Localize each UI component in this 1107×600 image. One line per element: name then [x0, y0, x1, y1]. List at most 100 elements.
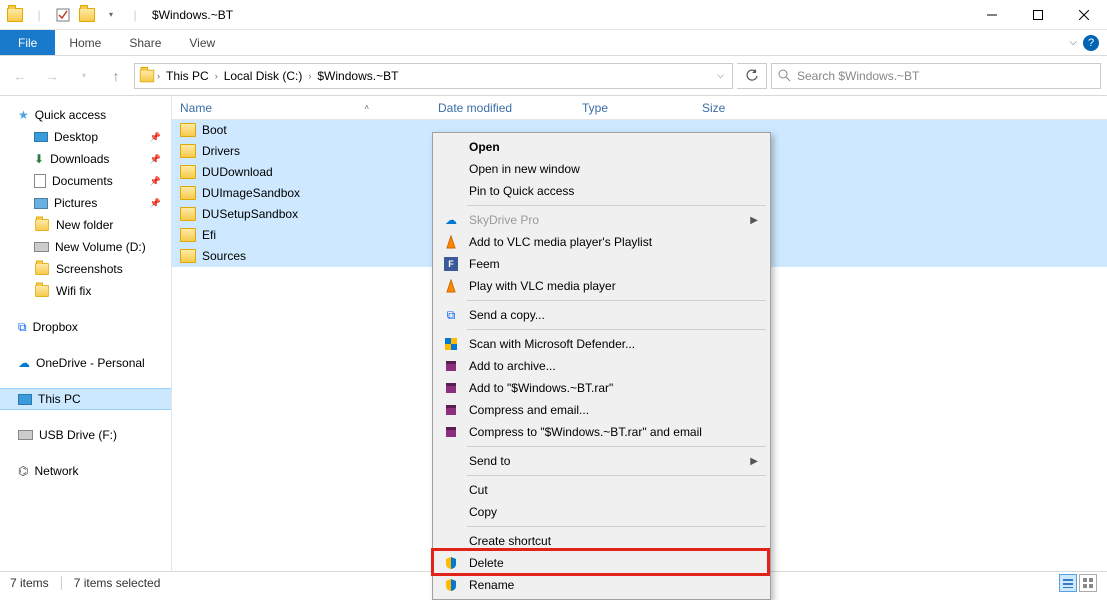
crumb-folder[interactable]: $Windows.~BT	[313, 69, 402, 83]
column-date[interactable]: Date modified	[430, 101, 574, 115]
close-button[interactable]	[1061, 0, 1107, 30]
minimize-button[interactable]	[969, 0, 1015, 30]
qat-dropdown[interactable]: ▾	[100, 4, 122, 26]
title-bar: | ▾ | $Windows.~BT	[0, 0, 1107, 30]
address-dropdown-icon[interactable]: ⌵	[717, 70, 728, 81]
context-menu-item[interactable]: Compress to "$Windows.~BT.rar" and email	[435, 421, 768, 443]
context-menu-item[interactable]: Send to▶	[435, 450, 768, 472]
folder-icon	[180, 186, 196, 200]
context-menu-item[interactable]: Add to archive...	[435, 355, 768, 377]
properties-icon[interactable]	[52, 4, 74, 26]
sidebar-item-wifi[interactable]: Wifi fix	[0, 280, 171, 302]
status-separator	[61, 576, 62, 590]
sidebar-quick-access[interactable]: ★ Quick access	[0, 104, 171, 126]
context-menu-label: Open	[469, 140, 500, 154]
shield-blue-icon	[443, 336, 459, 352]
navigation-bar: ← → ▾ ↑ › This PC › Local Disk (C:) › $W…	[0, 56, 1107, 96]
usb-icon	[18, 430, 33, 440]
submenu-arrow-icon: ▶	[750, 456, 758, 467]
context-menu-label: Rename	[469, 578, 514, 592]
sidebar-thispc[interactable]: This PC	[0, 388, 171, 410]
star-icon: ★	[18, 108, 29, 122]
column-name[interactable]: Name ˄	[172, 101, 430, 115]
recent-dropdown[interactable]: ▾	[70, 62, 98, 90]
crumb-thispc[interactable]: This PC	[162, 69, 213, 83]
context-menu-label: Create shortcut	[469, 534, 551, 548]
file-name: Boot	[202, 123, 227, 137]
sidebar-onedrive[interactable]: ☁ OneDrive - Personal	[0, 352, 171, 374]
ribbon-expand-icon[interactable]: ⌵	[1069, 37, 1077, 48]
context-menu-label: Add to VLC media player's Playlist	[469, 235, 652, 249]
sidebar-dropbox[interactable]: ⧉ Dropbox	[0, 316, 171, 338]
folder-menu-icon[interactable]	[4, 4, 26, 26]
desktop-icon	[34, 132, 48, 142]
context-menu-item[interactable]: ⧉Send a copy...	[435, 304, 768, 326]
context-menu-item[interactable]: FFeem	[435, 253, 768, 275]
ribbon-tab-home[interactable]: Home	[55, 30, 115, 55]
sidebar-usb[interactable]: USB Drive (F:)	[0, 424, 171, 446]
pictures-icon	[34, 198, 48, 209]
details-view-button[interactable]	[1059, 574, 1077, 592]
folder-icon	[35, 219, 49, 231]
file-name: DUImageSandbox	[202, 186, 300, 200]
folder-icon	[180, 228, 196, 242]
context-menu-item[interactable]: Add to "$Windows.~BT.rar"	[435, 377, 768, 399]
pc-icon	[18, 394, 32, 405]
context-menu-item[interactable]: Create shortcut	[435, 530, 768, 552]
sidebar-item-documents[interactable]: Documents	[0, 170, 171, 192]
context-menu-item[interactable]: Open	[435, 136, 768, 158]
sidebar-item-pictures[interactable]: Pictures	[0, 192, 171, 214]
crumb-disk[interactable]: Local Disk (C:)	[220, 69, 307, 83]
up-button[interactable]: ↑	[102, 62, 130, 90]
dropbox-icon: ⧉	[18, 320, 27, 335]
context-menu-item[interactable]: Delete	[435, 552, 768, 574]
sort-ascending-icon: ˄	[364, 103, 369, 112]
rar-icon	[443, 424, 459, 440]
context-menu-label: Play with VLC media player	[469, 279, 616, 293]
download-icon: ⬇	[34, 152, 44, 166]
ribbon-tab-view[interactable]: View	[175, 30, 229, 55]
context-menu-item[interactable]: Pin to Quick access	[435, 180, 768, 202]
ribbon-tab-share[interactable]: Share	[115, 30, 175, 55]
context-menu-item: ☁SkyDrive Pro▶	[435, 209, 768, 231]
sidebar-item-newvolume[interactable]: New Volume (D:)	[0, 236, 171, 258]
folder-icon	[180, 144, 196, 158]
context-menu-label: Scan with Microsoft Defender...	[469, 337, 635, 351]
context-menu-item[interactable]: Compress and email...	[435, 399, 768, 421]
context-menu-item[interactable]: Play with VLC media player	[435, 275, 768, 297]
ribbon-file-tab[interactable]: File	[0, 30, 55, 55]
network-icon: ⌬	[18, 464, 28, 478]
file-name: Efi	[202, 228, 216, 242]
folder-icon	[180, 123, 196, 137]
sidebar-item-screenshots[interactable]: Screenshots	[0, 258, 171, 280]
column-type[interactable]: Type	[574, 101, 694, 115]
sidebar-network[interactable]: ⌬ Network	[0, 460, 171, 482]
folder-icon[interactable]	[76, 4, 98, 26]
folder-icon	[35, 263, 49, 275]
context-menu-item[interactable]: Open in new window	[435, 158, 768, 180]
forward-button[interactable]: →	[38, 62, 66, 90]
thumbnails-view-button[interactable]	[1079, 574, 1097, 592]
context-menu-item[interactable]: Scan with Microsoft Defender...	[435, 333, 768, 355]
quick-access-toolbar: | ▾ |	[0, 4, 146, 26]
qat-divider: |	[28, 4, 50, 26]
context-menu-item[interactable]: Copy	[435, 501, 768, 523]
search-input[interactable]: Search $Windows.~BT	[771, 63, 1101, 89]
help-icon[interactable]: ?	[1083, 35, 1099, 51]
address-bar[interactable]: › This PC › Local Disk (C:) › $Windows.~…	[134, 63, 733, 89]
context-menu-item[interactable]: Cut	[435, 479, 768, 501]
sidebar-item-downloads[interactable]: ⬇ Downloads	[0, 148, 171, 170]
column-size[interactable]: Size	[694, 101, 772, 115]
sidebar-item-newfolder[interactable]: New folder	[0, 214, 171, 236]
back-button[interactable]: ←	[6, 62, 34, 90]
column-headers: Name ˄ Date modified Type Size	[172, 96, 1107, 120]
context-menu-label: SkyDrive Pro	[469, 213, 539, 227]
refresh-button[interactable]	[737, 63, 767, 89]
context-menu-label: Add to "$Windows.~BT.rar"	[469, 381, 613, 395]
maximize-button[interactable]	[1015, 0, 1061, 30]
sidebar-item-desktop[interactable]: Desktop	[0, 126, 171, 148]
rar-icon	[443, 402, 459, 418]
status-selected-count: 7 items selected	[74, 576, 161, 590]
context-menu-item[interactable]: Add to VLC media player's Playlist	[435, 231, 768, 253]
documents-icon	[34, 174, 46, 188]
